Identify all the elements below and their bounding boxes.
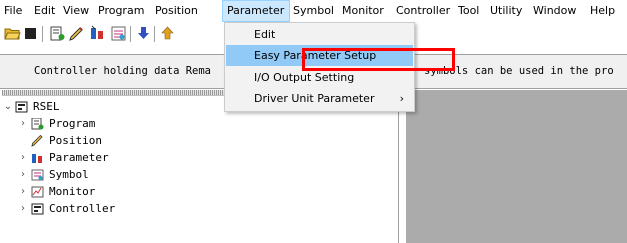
upload-icon[interactable]	[159, 25, 176, 42]
parameter-icon[interactable]	[89, 25, 106, 42]
message-text-left: Controller holding data Rema	[34, 65, 212, 77]
menu-window[interactable]: Window	[529, 0, 580, 22]
menu-position[interactable]: Position	[151, 0, 202, 22]
parameter-icon	[31, 152, 44, 164]
toolbar-separator	[130, 26, 131, 42]
stop-icon[interactable]	[22, 25, 39, 42]
tree-item-parameter[interactable]: › Parameter	[18, 150, 168, 166]
menu-symbol[interactable]: Symbol	[289, 0, 338, 22]
tree-panel: ⌄ RSEL › Program Position › Parameter › …	[0, 90, 399, 243]
menu-utility[interactable]: Utility	[486, 0, 526, 22]
menu-item-label: I/O Output Setting	[254, 71, 355, 84]
symbol-icon[interactable]	[110, 25, 127, 42]
toolbar-separator	[42, 26, 43, 42]
menu-tool[interactable]: Tool	[454, 0, 483, 22]
menu-monitor[interactable]: Monitor	[338, 0, 388, 22]
program-icon[interactable]	[49, 25, 66, 42]
menu-view[interactable]: View	[59, 0, 93, 22]
collapse-icon[interactable]: ⌄	[3, 99, 13, 115]
tree-item-label: Monitor	[49, 185, 96, 198]
controller-icon	[31, 203, 44, 215]
tree-root-label: RSEL	[33, 100, 60, 113]
monitor-icon	[31, 186, 44, 198]
menu-file[interactable]: File	[0, 0, 26, 22]
program-icon	[31, 117, 44, 130]
menu-item-label: Driver Unit Parameter	[254, 92, 375, 105]
open-folder-icon[interactable]	[4, 25, 21, 42]
tree-item-controller[interactable]: › Controller	[18, 201, 168, 217]
download-icon[interactable]	[135, 25, 152, 42]
menu-item-edit[interactable]: Edit	[226, 24, 413, 45]
tree-item-label: Controller	[49, 202, 116, 215]
toolbar-separator	[154, 26, 155, 42]
tree-item-label: Position	[49, 134, 102, 147]
tree-item-position[interactable]: Position	[18, 133, 168, 149]
expand-icon[interactable]: ›	[18, 184, 28, 200]
controller-icon	[15, 101, 28, 113]
highlight-annotation	[302, 48, 455, 71]
position-icon	[31, 134, 44, 147]
menu-bar: File Edit View Program Position Paramete…	[0, 0, 627, 22]
tree-item-label: Symbol	[49, 168, 89, 181]
expand-icon[interactable]: ›	[18, 167, 28, 183]
tree-item-label: Parameter	[49, 151, 109, 164]
menu-controller[interactable]: Controller	[392, 0, 454, 22]
menu-item-label: Edit	[254, 28, 276, 41]
expand-icon[interactable]: ›	[18, 150, 28, 166]
menu-help[interactable]: Help	[586, 0, 619, 22]
menu-parameter[interactable]: Parameter	[222, 0, 290, 22]
menu-item-driver-unit-parameter[interactable]: Driver Unit Parameter ›	[226, 88, 413, 109]
expand-icon[interactable]: ›	[18, 201, 28, 217]
work-area	[406, 90, 627, 243]
tree-root-rsel[interactable]: ⌄ RSEL	[3, 99, 123, 115]
tree-item-monitor[interactable]: › Monitor	[18, 184, 168, 200]
tree-item-symbol[interactable]: › Symbol	[18, 167, 168, 183]
expand-icon[interactable]: ›	[18, 116, 28, 132]
submenu-arrow-icon: ›	[399, 92, 404, 105]
tree-item-program[interactable]: › Program	[18, 116, 168, 132]
position-icon[interactable]	[68, 25, 85, 42]
symbol-icon	[31, 169, 44, 181]
tree-item-label: Program	[49, 117, 96, 130]
menu-edit[interactable]: Edit	[30, 0, 59, 22]
menu-program[interactable]: Program	[94, 0, 148, 22]
